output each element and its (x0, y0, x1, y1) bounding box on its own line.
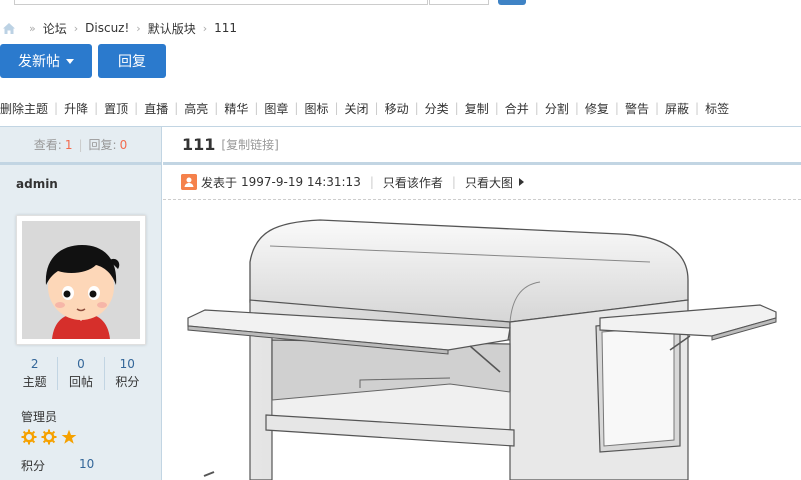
mod-highlight[interactable]: 高亮 (184, 100, 208, 117)
views-count: 1 (64, 137, 73, 152)
thread-title: 111 (182, 135, 216, 154)
post-main: 111 [复制链接] 发表于 1997-9-19 14:31:13 | 只看该作… (163, 127, 801, 480)
credit-row: 积分 10 (21, 457, 131, 474)
mod-repair[interactable]: 修复 (585, 100, 609, 117)
search-type-select[interactable] (429, 0, 489, 5)
reply-button[interactable]: 回复 (98, 44, 166, 78)
mod-digest[interactable]: 精华 (224, 100, 248, 117)
replies-count: 0 (119, 137, 128, 152)
sun-icon (21, 429, 37, 445)
post-icon (181, 174, 197, 190)
mod-merge[interactable]: 合并 (505, 100, 529, 117)
chevron-down-icon (66, 58, 74, 64)
avatar[interactable] (16, 215, 146, 345)
view-large-link[interactable]: 只看大图 (465, 174, 513, 191)
home-icon[interactable] (2, 22, 16, 35)
breadcrumb-thread[interactable]: 111 (214, 21, 237, 35)
top-search-bar (0, 0, 801, 8)
author-counts: 2 主题 0 回帖 10 积分 (12, 357, 150, 390)
mod-ban[interactable]: 屏蔽 (665, 100, 689, 117)
credit-label: 积分 (21, 459, 46, 473)
replies-label: 回复: (88, 138, 117, 152)
views-label: 查看: (33, 138, 62, 152)
count-replies[interactable]: 0 回帖 (58, 357, 105, 390)
new-post-button[interactable]: 发新帖 (0, 44, 92, 78)
mod-icon[interactable]: 图标 (304, 100, 328, 117)
new-post-label: 发新帖 (18, 54, 60, 70)
mod-stamp[interactable]: 图章 (264, 100, 288, 117)
thread-actions: 发新帖 回复 (0, 44, 166, 78)
breadcrumb-discuz[interactable]: Discuz! (85, 21, 129, 35)
post-meta-prefix: 发表于 (201, 175, 238, 190)
breadcrumb-separator: › (202, 21, 208, 35)
count-topics[interactable]: 2 主题 (12, 357, 59, 390)
chevron-right-icon (518, 178, 524, 186)
mod-live[interactable]: 直播 (144, 100, 168, 117)
mod-bump[interactable]: 升降 (64, 100, 88, 117)
user-group[interactable]: 管理员 (21, 408, 57, 425)
mod-tag[interactable]: 标签 (705, 100, 729, 117)
author-only-link[interactable]: 只看该作者 (383, 174, 443, 191)
sun-icon (41, 429, 57, 445)
breadcrumb: » 论坛 › Discuz! › 默认版块 › 111 (2, 19, 237, 37)
avatar-image (22, 221, 140, 339)
breadcrumb-separator: › (73, 21, 79, 35)
author-sidebar: 查看: 1 | 回复: 0 admin 2 主题 0 回帖 10 积分 管理员 … (0, 127, 162, 480)
moderation-bar: 删除主题 | 升降 | 置顶 | 直播 | 高亮 | 精华 | 图章 | 图标 | 关闭 | 移动… (0, 100, 730, 117)
breadcrumb-board[interactable]: 默认版块 (148, 20, 196, 37)
post-meta: 发表于 1997-9-19 14:31:13 | 只看该作者 | 只看大图 (163, 165, 801, 200)
reply-label: 回复 (118, 54, 146, 70)
mod-copy[interactable]: 复制 (465, 100, 489, 117)
count-credits[interactable]: 10 积分 (105, 357, 150, 390)
breadcrumb-separator: › (136, 21, 141, 35)
mod-close[interactable]: 关闭 (345, 100, 369, 117)
mod-stick[interactable]: 置顶 (104, 100, 128, 117)
credit-value[interactable]: 10 (79, 457, 94, 471)
mod-warn[interactable]: 警告 (625, 100, 649, 117)
mod-split[interactable]: 分割 (545, 100, 569, 117)
thread-title-row: 111 [复制链接] (163, 127, 801, 165)
mod-category[interactable]: 分类 (425, 100, 449, 117)
post-date: 1997-9-19 14:31:13 (241, 175, 361, 189)
author-name[interactable]: admin (0, 165, 161, 201)
mod-delete[interactable]: 删除主题 (0, 100, 48, 117)
post-image[interactable] (163, 202, 801, 480)
search-input[interactable] (14, 0, 428, 5)
search-button[interactable] (498, 0, 526, 5)
thread-stats: 查看: 1 | 回复: 0 (0, 127, 161, 165)
breadcrumb-separator: » (29, 21, 36, 35)
mod-move[interactable]: 移动 (385, 100, 409, 117)
star-icon (61, 429, 77, 444)
kiosk-cart-image (163, 202, 801, 480)
breadcrumb-forum[interactable]: 论坛 (43, 20, 67, 37)
copy-link[interactable]: [复制链接] (221, 136, 278, 153)
rank-stars (21, 429, 77, 445)
